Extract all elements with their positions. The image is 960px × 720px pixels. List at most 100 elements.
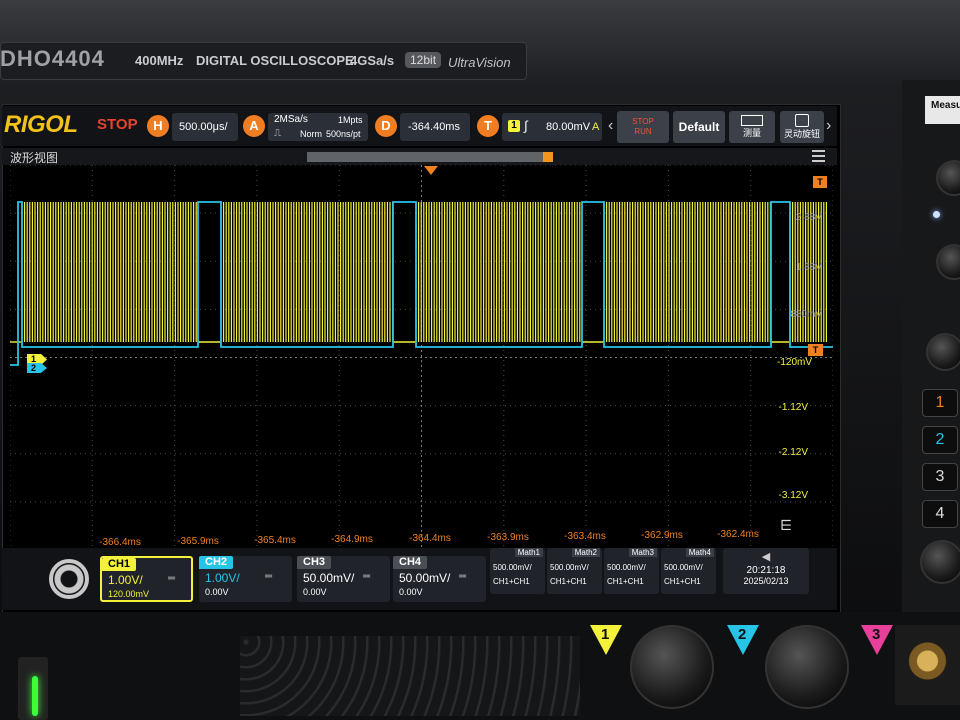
math2-label: Math2 [571, 548, 600, 557]
v-label: 1.88V [795, 262, 822, 273]
ch1-offset: 120.00mV [108, 589, 150, 599]
timebase-value: 500.00μs/ [179, 121, 228, 133]
knob-icon [795, 114, 809, 127]
measure-hw-button[interactable]: Measu [925, 96, 960, 124]
trigger-position-marker[interactable] [424, 166, 438, 175]
acquisition-box[interactable]: 2MSa/s 1Mpts ⎍ Norm 500ns/pt [268, 113, 368, 141]
coupling-icon: ═ [363, 571, 371, 582]
delay-box[interactable]: -364.40ms [400, 113, 470, 141]
time-label: -362.4ms [717, 529, 759, 540]
sample-rate-label: 4GSa/s [350, 53, 395, 68]
position-knob[interactable] [926, 333, 960, 371]
horizontal-icon: H [147, 115, 169, 137]
ch1-label: CH1 [102, 558, 137, 571]
speaker-icon: ◀ [761, 551, 771, 563]
trigger-box[interactable]: 1 ∫ 80.00mV A [502, 113, 602, 141]
math1-box[interactable]: Math1 500.00mV/ CH1+CH1 [490, 548, 545, 594]
chevron-left-icon[interactable]: ‹ [608, 117, 613, 135]
bnc-input-1[interactable] [630, 625, 714, 709]
v-label: 880mV [790, 309, 822, 320]
menu-icon[interactable] [812, 150, 825, 162]
measure-icon [741, 115, 763, 126]
coupling-icon: ═ [459, 571, 467, 582]
bnc-input-2[interactable] [765, 625, 849, 709]
scale-knob[interactable] [920, 540, 960, 584]
stop-run-button[interactable]: STOP RUN [617, 111, 669, 143]
math4-box[interactable]: Math4 500.00mV/ CH1+CH1 [661, 548, 716, 594]
ch3-box[interactable]: CH3 50.00mV/ 0.00V ═ [297, 556, 390, 602]
model-name: DHO4404 [0, 46, 105, 71]
chevron-right-icon[interactable]: › [826, 117, 831, 135]
math2-box[interactable]: Math2 500.00mV/ CH1+CH1 [547, 548, 602, 594]
pulse-icon: ⎍ [274, 128, 281, 139]
measure-label: 测量 [742, 128, 761, 138]
power-led [32, 676, 38, 716]
ch1-box[interactable]: CH1 1.00V/ 120.00mV ═ [100, 556, 193, 602]
ch2-offset: 0.00V [205, 587, 229, 597]
bnc-input-3[interactable] [895, 625, 960, 705]
ch1-burst [415, 202, 581, 342]
v-label: -3.12V [778, 490, 808, 501]
time-label: -364.4ms [409, 533, 451, 544]
gear-icon[interactable] [49, 559, 89, 599]
rising-edge-icon: ∫ [524, 118, 528, 133]
ultravision-logo: UltraVision [448, 55, 511, 70]
ch2-key[interactable]: 2 [922, 426, 958, 454]
math1-label: Math1 [514, 548, 543, 557]
ch3-key[interactable]: 3 [922, 463, 958, 491]
trigger-source-badge: 1 [508, 120, 520, 132]
trigger-level-marker[interactable]: T [808, 344, 823, 356]
acq-rate: 2MSa/s [274, 114, 308, 125]
waveform-overview-bar[interactable] [307, 152, 553, 162]
ch1-burst [21, 202, 197, 342]
run-state-label[interactable]: STOP [97, 116, 138, 133]
trigger-top-marker[interactable]: T [813, 176, 827, 188]
math3-label: Math3 [628, 548, 657, 557]
clock-date: 2025/02/13 [743, 576, 789, 586]
ch4-box[interactable]: CH4 50.00mV/ 0.00V ═ [393, 556, 486, 602]
coupling-icon: ═ [265, 571, 273, 582]
waveform-view-title: 波形视图 [10, 151, 59, 165]
delay-value: -364.40ms [408, 121, 460, 133]
expand-icon[interactable]: ⋿ [780, 517, 792, 534]
auto-knob-label: 灵动旋钮 [783, 129, 820, 139]
ch1-key[interactable]: 1 [922, 389, 958, 417]
time-label: -366.4ms [99, 537, 141, 548]
auto-knob-button[interactable]: 灵动旋钮 [780, 111, 824, 143]
time-label: -363.4ms [564, 531, 606, 542]
acquire-icon: A [243, 115, 265, 137]
ch2-label: CH2 [199, 556, 234, 569]
clock-box[interactable]: ◀ 20:21:18 2025/02/13 [723, 548, 809, 594]
ch1-trace [10, 202, 827, 343]
math3-box[interactable]: Math3 500.00mV/ CH1+CH1 [604, 548, 659, 594]
waveform-graticule[interactable] [10, 165, 833, 550]
vent-grille [240, 636, 580, 716]
ch4-offset: 0.00V [399, 587, 423, 597]
timebase-box[interactable]: 500.00μs/ [172, 113, 238, 141]
v-label: 2.88V [795, 212, 822, 223]
default-button[interactable]: Default [673, 111, 725, 143]
math4-label: Math4 [685, 548, 714, 557]
ch3-label: CH3 [297, 556, 332, 569]
math2-formula: CH1+CH1 [550, 577, 587, 586]
clock-time: 20:21:18 [746, 565, 786, 576]
trigger-mode: A [592, 121, 600, 133]
math3-value: 500.00mV/ [607, 563, 646, 572]
ch1-burst [220, 202, 394, 342]
trigger-level: 80.00mV [546, 121, 591, 133]
ch4-key[interactable]: 4 [922, 500, 958, 528]
type-label: DIGITAL OSCILLOSCOPE [196, 53, 354, 68]
stop-label: STOP [632, 117, 654, 126]
measure-button[interactable]: 测量 [729, 111, 775, 143]
overview-window-marker[interactable] [543, 152, 553, 162]
time-label: -365.9ms [177, 536, 219, 547]
indicator-led [933, 211, 940, 218]
ch1-scale: 1.00V/ [108, 573, 143, 587]
time-label: -364.9ms [331, 534, 373, 545]
acq-resolution: 500ns/pt [326, 129, 361, 139]
ch2-box[interactable]: CH2 1.00V/ 0.00V ═ [199, 556, 292, 602]
time-label: -363.9ms [487, 532, 529, 543]
input-2-label: 2 [738, 626, 747, 643]
acq-mode: Norm [300, 129, 322, 139]
ch3-scale: 50.00mV/ [303, 571, 355, 585]
